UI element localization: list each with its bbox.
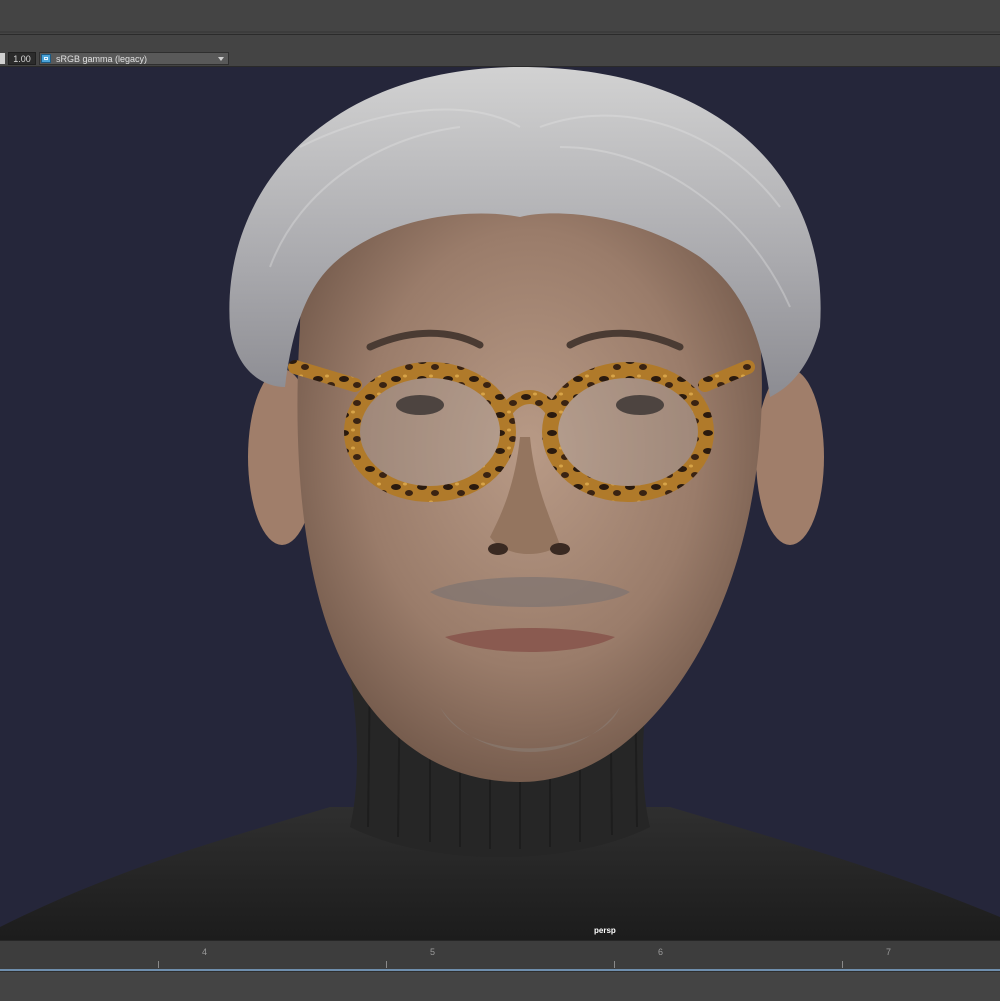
frame-label: 7: [886, 947, 892, 957]
menu-bar-divider: [0, 31, 1000, 33]
frame-tick: [614, 961, 615, 968]
camera-label: persp: [594, 926, 616, 935]
rendered-portrait-image: [0, 67, 1000, 940]
view-transform-label: sRGB gamma (legacy): [56, 54, 148, 64]
frame-tick: [386, 961, 387, 968]
frame-label: 4: [202, 947, 208, 957]
exposure-field[interactable]: 1.00: [8, 52, 36, 65]
frame-label: 6: [658, 947, 664, 957]
exposure-toggle-icon[interactable]: [0, 53, 5, 64]
timeline-slider[interactable]: 4 5 6 7: [0, 940, 1000, 971]
render-viewport[interactable]: persp: [0, 67, 1000, 940]
frame-label: 5: [430, 947, 436, 957]
frame-tick: [158, 961, 159, 968]
frame-tick: [842, 961, 843, 968]
view-transform-dropdown[interactable]: sRGB gamma (legacy): [39, 52, 229, 65]
range-slider-bar[interactable]: [0, 971, 1000, 1001]
menu-bar: [0, 0, 1000, 35]
color-management-icon[interactable]: [41, 54, 51, 63]
render-view-toolbar: 1.00 sRGB gamma (legacy): [0, 35, 1000, 67]
chevron-down-icon[interactable]: [218, 57, 224, 61]
